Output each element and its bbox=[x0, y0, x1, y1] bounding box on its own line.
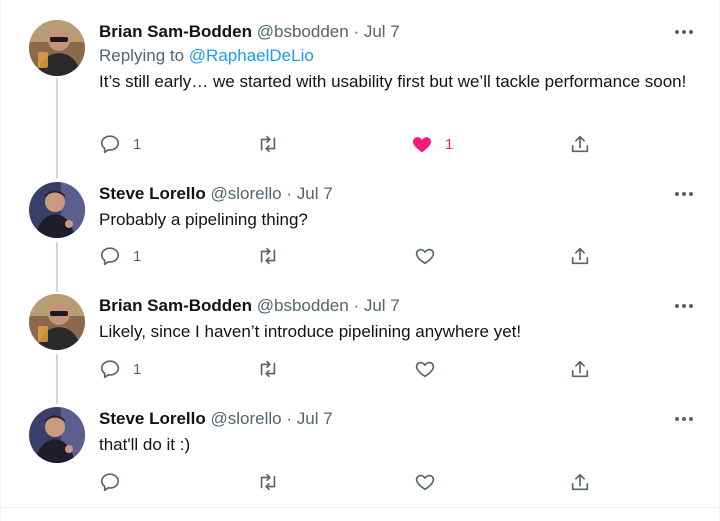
author-name[interactable]: Steve Lorello bbox=[99, 184, 206, 203]
more-icon bbox=[675, 30, 693, 34]
reply-button[interactable]: 1 bbox=[99, 244, 141, 268]
share-icon bbox=[571, 473, 589, 491]
like-button[interactable] bbox=[414, 470, 448, 494]
reply-count: 1 bbox=[133, 247, 142, 265]
avatar[interactable] bbox=[29, 182, 85, 238]
share-button[interactable] bbox=[569, 357, 591, 381]
retweet-icon bbox=[260, 135, 276, 153]
reply-count: 1 bbox=[133, 135, 142, 153]
retweet-icon bbox=[260, 360, 276, 378]
tweet-actions: 1 1 bbox=[1, 132, 719, 156]
tweet-header: Steve Lorello @slorello · Jul 7 bbox=[99, 182, 695, 206]
author-handle[interactable]: @slorello bbox=[211, 409, 282, 428]
retweet-button[interactable] bbox=[257, 470, 291, 494]
avatar[interactable] bbox=[29, 407, 85, 463]
heart-icon bbox=[415, 248, 435, 265]
like-button[interactable]: 1 bbox=[411, 132, 453, 156]
tweet-text: It’s still early… we started with usabil… bbox=[99, 72, 687, 91]
more-icon bbox=[675, 304, 693, 308]
more-button[interactable] bbox=[669, 294, 699, 318]
heart-icon bbox=[415, 474, 435, 491]
share-button[interactable] bbox=[569, 470, 591, 494]
reply-button[interactable]: 1 bbox=[99, 132, 141, 156]
more-icon bbox=[675, 192, 693, 196]
tweet-date[interactable]: · Jul 7 bbox=[286, 184, 332, 203]
avatar[interactable] bbox=[29, 20, 85, 76]
share-icon bbox=[571, 360, 589, 378]
author-handle[interactable]: @bsbodden bbox=[257, 22, 349, 41]
heart-icon bbox=[412, 137, 432, 153]
replying-to: Replying to @RaphaelDeLio bbox=[99, 44, 695, 68]
reply-icon bbox=[100, 135, 120, 154]
retweet-button[interactable] bbox=[257, 132, 291, 156]
author-handle[interactable]: @bsbodden bbox=[257, 296, 349, 315]
tweet-actions: 1 bbox=[1, 244, 719, 268]
heart-icon bbox=[415, 361, 435, 378]
share-icon bbox=[571, 135, 589, 153]
like-button[interactable] bbox=[414, 244, 448, 268]
like-count: 1 bbox=[445, 135, 454, 153]
reply-icon bbox=[100, 473, 120, 492]
more-button[interactable] bbox=[669, 20, 699, 44]
mention-link[interactable]: @RaphaelDeLio bbox=[189, 46, 314, 65]
divider bbox=[1, 507, 719, 508]
avatar[interactable] bbox=[29, 294, 85, 350]
more-button[interactable] bbox=[669, 407, 699, 431]
author-name[interactable]: Brian Sam-Bodden bbox=[99, 22, 252, 41]
tweet-date[interactable]: · Jul 7 bbox=[353, 22, 399, 41]
retweet-button[interactable] bbox=[257, 244, 291, 268]
reply-count: 1 bbox=[133, 360, 142, 378]
tweet-header: Brian Sam-Bodden @bsbodden · Jul 7 bbox=[99, 20, 695, 44]
reply-button[interactable]: 1 bbox=[99, 357, 141, 381]
replying-to-label: Replying to bbox=[99, 46, 185, 65]
tweet-date[interactable]: · Jul 7 bbox=[353, 296, 399, 315]
author-handle[interactable]: @slorello bbox=[211, 184, 282, 203]
retweet-icon bbox=[260, 247, 276, 265]
tweet-header: Brian Sam-Bodden @bsbodden · Jul 7 bbox=[99, 294, 695, 318]
reply-icon bbox=[100, 247, 120, 266]
more-icon bbox=[675, 417, 693, 421]
thread-panel: Brian Sam-Bodden @bsbodden · Jul 7 Reply… bbox=[0, 0, 720, 521]
more-button[interactable] bbox=[669, 182, 699, 206]
tweet-text: Likely, since I haven’t introduce pipeli… bbox=[99, 322, 522, 341]
share-icon bbox=[571, 247, 589, 265]
reply-button[interactable] bbox=[99, 470, 133, 494]
tweet-text: Probably a pipelining thing? bbox=[99, 210, 308, 229]
thread-connector bbox=[56, 78, 58, 178]
share-button[interactable] bbox=[569, 244, 591, 268]
retweet-icon bbox=[260, 473, 276, 491]
author-name[interactable]: Steve Lorello bbox=[99, 409, 206, 428]
author-name[interactable]: Brian Sam-Bodden bbox=[99, 296, 252, 315]
tweet-date[interactable]: · Jul 7 bbox=[286, 409, 332, 428]
retweet-button[interactable] bbox=[257, 357, 291, 381]
reply-icon bbox=[100, 360, 120, 379]
share-button[interactable] bbox=[569, 132, 591, 156]
like-button[interactable] bbox=[414, 357, 448, 381]
tweet-header: Steve Lorello @slorello · Jul 7 bbox=[99, 407, 695, 431]
tweet-text: that'll do it :) bbox=[99, 435, 191, 454]
tweet-actions bbox=[1, 470, 719, 494]
tweet-actions: 1 bbox=[1, 357, 719, 381]
